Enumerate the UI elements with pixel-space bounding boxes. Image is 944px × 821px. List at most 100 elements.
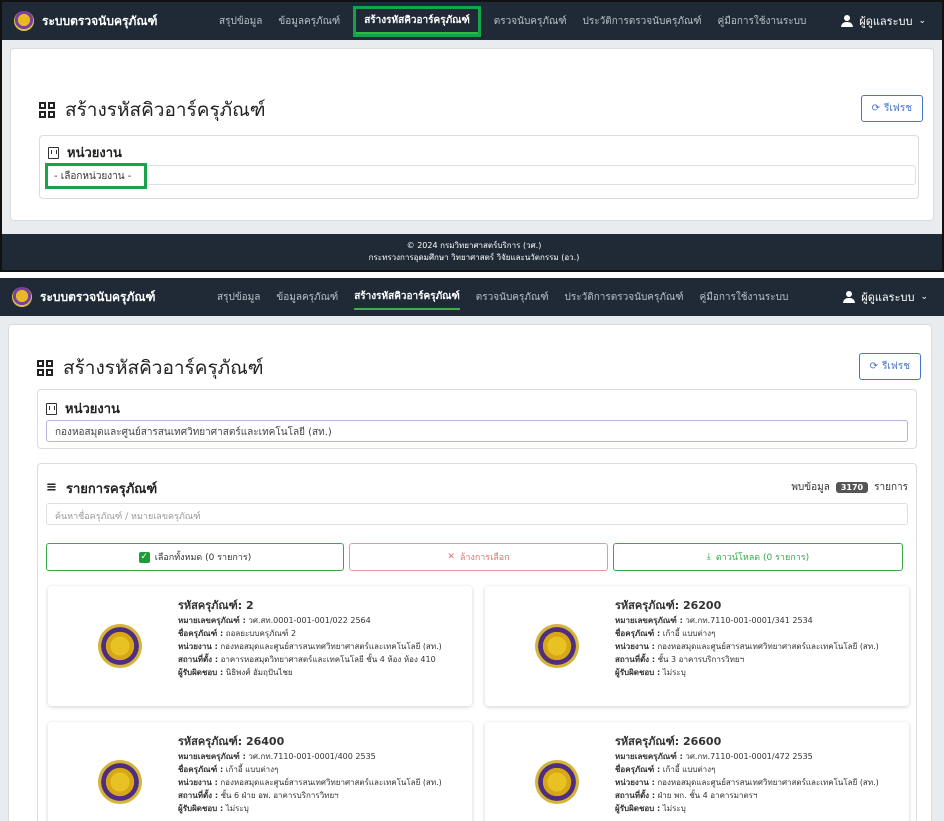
asset-card[interactable]: รหัสครุภัณฑ์: 26200 หมายเลขครุภัณฑ์ : วศ… [485,586,909,706]
clear-selection-button[interactable]: ✕ ล้างการเลือก [349,543,608,571]
page-title-text: สร้างรหัสคิวอาร์ครุภัณฑ์ [65,99,266,121]
menu-item-summary[interactable]: สรุปข้อมูล [217,286,260,309]
label-owner: ผู้รับผิดชอบ : [615,668,661,677]
unit-title-text: หน่วยงาน [67,146,122,161]
user-name: ผู้ดูแลระบบ [859,15,913,28]
asset-name: เก้าอี้ แบบต่างๆ [225,765,279,774]
asset-card[interactable]: รหัสครุภัณฑ์: 2 หมายเลขครุภัณฑ์ : วศ.สท.… [48,586,472,706]
menu-item-inventory-count[interactable]: ตรวจนับครุภัณฑ์ [476,286,549,309]
asset-owner: ไม่ระบุ [225,804,249,813]
label-location: สถานที่ตั้ง : [615,655,656,664]
label-number: หมายเลขครุภัณฑ์ : [615,752,683,761]
menu-item-count-history[interactable]: ประวัติการตรวจนับครุภัณฑ์ [565,286,684,309]
search-input[interactable]: ค้นหาชื่อครุภัณฑ์ / หมายเลขครุภัณฑ์ [46,503,908,525]
select-all-button[interactable]: ✓ เลือกทั้งหมด (0 รายการ) [46,543,344,571]
emblem-icon [535,760,579,804]
asset-number: วศ.กท.7110-001-0001/341 2534 [685,616,813,625]
menu-item-count-history[interactable]: ประวัติการตรวจนับครุภัณฑ์ [583,10,702,33]
refresh-label: รีเฟรช [883,103,912,114]
asset-unit: กองหอสมุดและศูนย์สารสนเทศวิทยาศาสตร์และเ… [657,778,879,787]
brand-name: ระบบตรวจนับครุภัณฑ์ [42,13,158,28]
refresh-button[interactable]: ⟳ รีเฟรช [858,353,921,380]
emblem-icon [98,760,142,804]
checkbox-checked-icon: ✓ [138,551,150,563]
user-icon [843,291,856,303]
asset-list-title-text: รายการครุภัณฑ์ [66,482,158,497]
menu-item-create-qr[interactable]: สร้างรหัสคิวอาร์ครุภัณฑ์ [353,5,481,37]
label-name: ชื่อครุภัณฑ์ : [615,629,661,638]
label-owner: ผู้รับผิดชอบ : [615,804,661,813]
label-unit: หน่วยงาน : [615,778,655,787]
label-unit: หน่วยงาน : [615,642,655,651]
main-card: สร้างรหัสคิวอาร์ครุภัณฑ์ ⟳ รีเฟรช หน่วยง… [10,48,934,221]
qr-code-icon [39,102,55,118]
user-menu[interactable]: ผู้ดูแลระบบ ⌄ [841,2,926,40]
footer-copyright: © 2024 กรมวิทยาศาสตร์บริการ (วศ.) [406,241,542,250]
download-button[interactable]: ⤓ ดาวน์โหลด (0 รายการ) [613,543,903,571]
label-location: สถานที่ตั้ง : [178,791,219,800]
label-unit: หน่วยงาน : [178,778,218,787]
unit-section-title: หน่วยงาน [48,142,122,163]
main-card-2: สร้างรหัสคิวอาร์ครุภัณฑ์ ⟳ รีเฟรช หน่วยง… [8,324,932,821]
unit-section: หน่วยงาน - เลือกหน่วยงาน - [39,135,919,199]
label-owner: ผู้รับผิดชอบ : [178,804,224,813]
asset-card-body: รหัสครุภัณฑ์: 26200 หมายเลขครุภัณฑ์ : วศ… [615,598,879,679]
screenshot-top: ระบบตรวจนับครุภัณฑ์ สรุปข้อมูล ข้อมูลครุ… [0,0,944,272]
asset-list-title: รายการครุภัณฑ์ [46,478,157,499]
label-number: หมายเลขครุภัณฑ์ : [178,752,246,761]
top-navbar: ระบบตรวจนับครุภัณฑ์ สรุปข้อมูล ข้อมูลครุ… [2,2,942,40]
asset-code: รหัสครุภัณฑ์: 2 [178,599,254,612]
unit-select-placeholder[interactable]: - เลือกหน่วยงาน - [45,163,147,189]
refresh-button[interactable]: ⟳ รีเฟรช [860,95,923,122]
menu-item-asset-data[interactable]: ข้อมูลครุภัณฑ์ [276,286,338,309]
asset-name: ถอลยะบบครุภัณฑ์ 2 [225,629,297,638]
asset-location: อาคารหอสมุดวิทยาศาสตร์และเทคโนโลยี ชั้น … [220,655,436,664]
count-unit: รายการ [874,482,908,493]
clear-selection-label: ล้างการเลือก [459,553,510,563]
asset-number: วศ.กท.7110-001-0001/472 2535 [685,752,813,761]
chevron-down-icon: ⌄ [918,16,926,26]
menu-item-manual[interactable]: คู่มือการใช้งานระบบ [718,10,807,33]
chevron-down-icon: ⌄ [920,292,928,302]
list-icon [46,480,58,495]
footer-ministry: กระทรวงการอุดมศึกษา วิทยาศาสตร์ วิจัยและ… [368,253,580,262]
emblem-icon [535,624,579,668]
menu-item-manual[interactable]: คู่มือการใช้งานระบบ [700,286,789,309]
main-menu: สรุปข้อมูล ข้อมูลครุภัณฑ์ สร้างรหัสคิวอา… [219,5,807,37]
menu-item-inventory-count[interactable]: ตรวจนับครุภัณฑ์ [494,10,567,33]
label-owner: ผู้รับผิดชอบ : [178,668,224,677]
label-unit: หน่วยงาน : [178,642,218,651]
unit-select[interactable]: กองหอสมุดและศูนย์สารสนเทศวิทยาศาสตร์และเ… [46,420,908,442]
asset-list-section: รายการครุภัณฑ์ พบข้อมูล 3170 รายการ ค้นห… [37,463,917,821]
asset-location: ฝ่าย พก. ชั้น 4 อาคารมาตรฯ [657,791,758,800]
asset-number: วศ.กท.7110-001-0001/400 2535 [248,752,376,761]
select-all-label: เลือกทั้งหมด (0 รายการ) [154,553,252,563]
download-icon: ⤓ [706,552,711,562]
qr-code-icon [37,360,53,376]
page-title-text: สร้างรหัสคิวอาร์ครุภัณฑ์ [63,357,264,379]
unit-select[interactable] [46,165,916,185]
brand-2[interactable]: ระบบตรวจนับครุภัณฑ์ [12,287,217,307]
asset-card-body: รหัสครุภัณฑ์: 2 หมายเลขครุภัณฑ์ : วศ.สท.… [178,598,442,679]
asset-owner: ไม่ระบุ [662,668,686,677]
page-title: สร้างรหัสคิวอาร์ครุภัณฑ์ [37,353,264,383]
label-name: ชื่อครุภัณฑ์ : [178,629,224,638]
building-icon [46,402,57,415]
asset-unit: กองหอสมุดและศูนย์สารสนเทศวิทยาศาสตร์และเ… [220,642,442,651]
label-number: หมายเลขครุภัณฑ์ : [615,616,683,625]
asset-card[interactable]: รหัสครุภัณฑ์: 26400 หมายเลขครุภัณฑ์ : วศ… [48,722,472,821]
menu-item-create-qr[interactable]: สร้างรหัสคิวอาร์ครุภัณฑ์ [354,285,460,310]
download-label: ดาวน์โหลด (0 รายการ) [715,553,810,563]
user-menu-2[interactable]: ผู้ดูแลระบบ ⌄ [843,278,928,316]
menu-item-asset-data[interactable]: ข้อมูลครุภัณฑ์ [278,10,340,33]
asset-card[interactable]: รหัสครุภัณฑ์: 26600 หมายเลขครุภัณฑ์ : วศ… [485,722,909,821]
asset-name: เก้าอี้ แบบต่างๆ [662,629,716,638]
menu-item-summary[interactable]: สรุปข้อมูล [219,10,262,33]
asset-code: รหัสครุภัณฑ์: 26200 [615,599,722,612]
user-name: ผู้ดูแลระบบ [861,291,915,304]
building-icon [48,146,59,159]
brand[interactable]: ระบบตรวจนับครุภัณฑ์ [14,11,219,31]
top-navbar-2: ระบบตรวจนับครุภัณฑ์ สรุปข้อมูล ข้อมูลครุ… [0,278,944,316]
label-name: ชื่อครุภัณฑ์ : [178,765,224,774]
close-icon: ✕ [447,552,455,562]
